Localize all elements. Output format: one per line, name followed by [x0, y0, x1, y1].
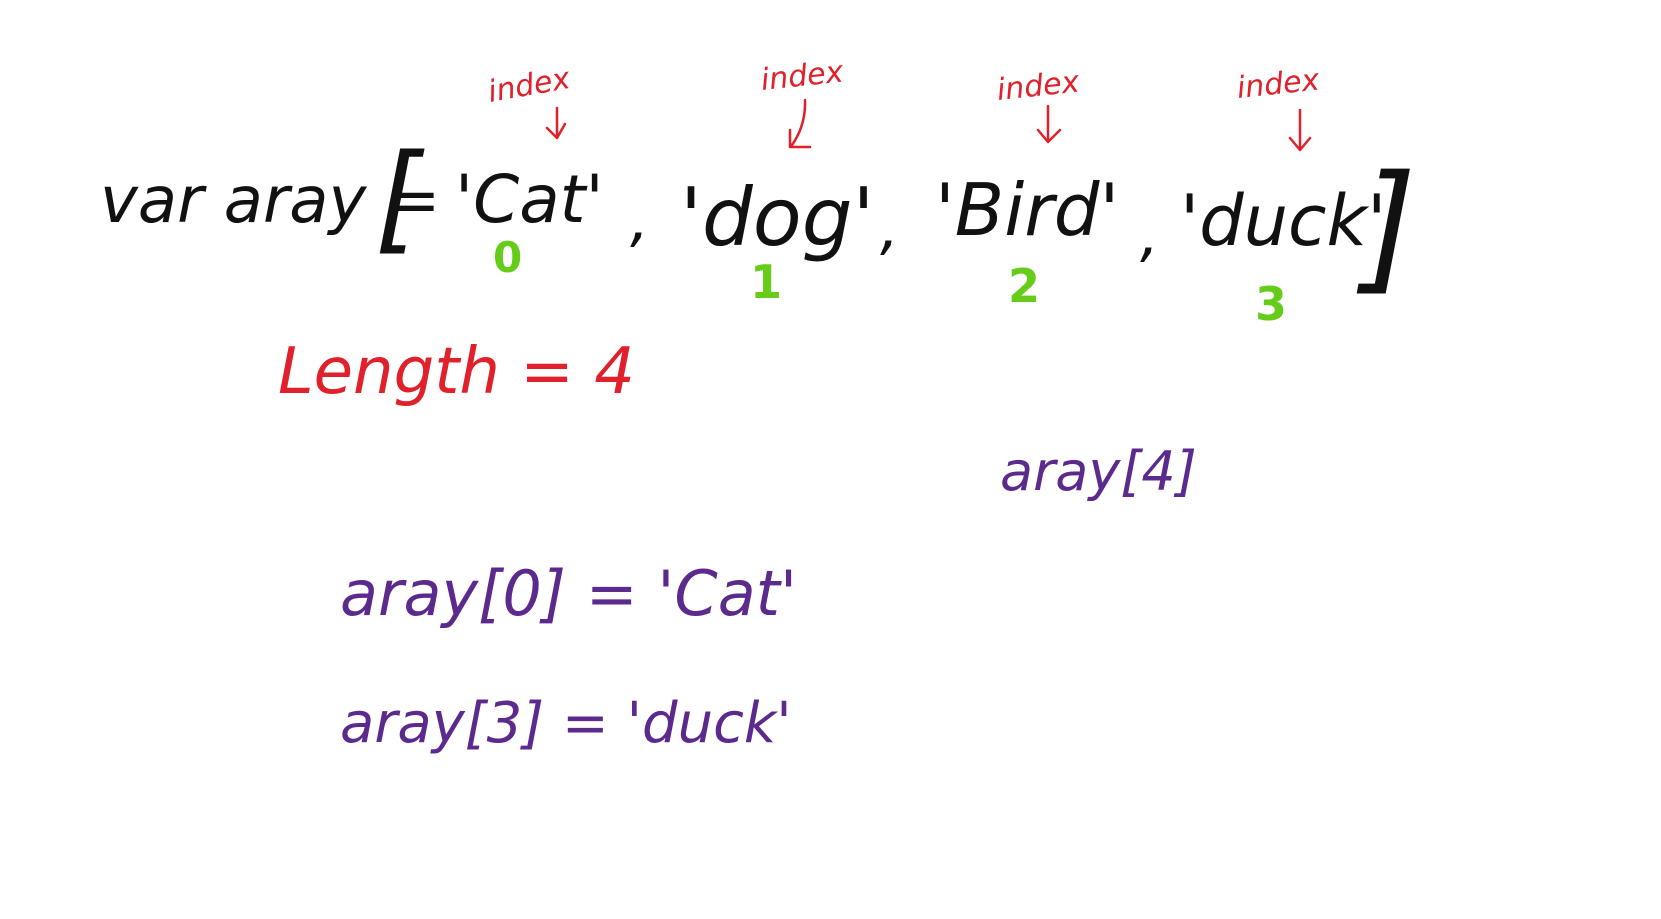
index-label: index — [485, 61, 573, 110]
index-annotations: index index index index — [485, 54, 1321, 109]
declaration-open-bracket: [ — [375, 128, 425, 266]
index-arrows — [545, 98, 1312, 152]
array-item-duck: 'duck' — [1180, 180, 1386, 262]
access-example-first: aray[0] = 'Cat' — [340, 557, 797, 630]
array-item-bird: 'Bird' — [935, 168, 1119, 252]
down-arrow-icon — [545, 106, 567, 140]
index-label: index — [1235, 62, 1321, 105]
array-item-dog: 'dog' — [680, 171, 875, 264]
down-arrow-icon — [1288, 108, 1312, 152]
comma-separator: , — [1140, 200, 1159, 270]
access-example-last: aray[3] = 'duck' — [340, 691, 792, 756]
comma-separator: , — [630, 185, 649, 255]
down-arrow-icon — [1036, 104, 1062, 144]
index-label: index — [759, 54, 845, 97]
length-label: Length = 4 — [278, 335, 635, 409]
index-label: index — [995, 64, 1081, 107]
array-item-cat: 'Cat' — [455, 161, 604, 238]
whiteboard-canvas: var aray = [ 'Cat' , 'dog' , 'Bird' , 'd… — [100, 54, 1417, 756]
out-of-range-access: aray[4] — [1000, 440, 1197, 503]
index-number-2: 2 — [1008, 259, 1040, 313]
index-number-0: 0 — [493, 233, 522, 282]
declaration-close-bracket: ] — [1356, 146, 1417, 309]
index-number-3: 3 — [1255, 277, 1287, 331]
down-arrow-icon — [788, 98, 812, 149]
comma-separator: , — [880, 193, 899, 263]
index-number-1: 1 — [750, 255, 782, 309]
access-examples: aray[4] aray[0] = 'Cat' aray[3] = 'duck' — [340, 440, 1197, 756]
